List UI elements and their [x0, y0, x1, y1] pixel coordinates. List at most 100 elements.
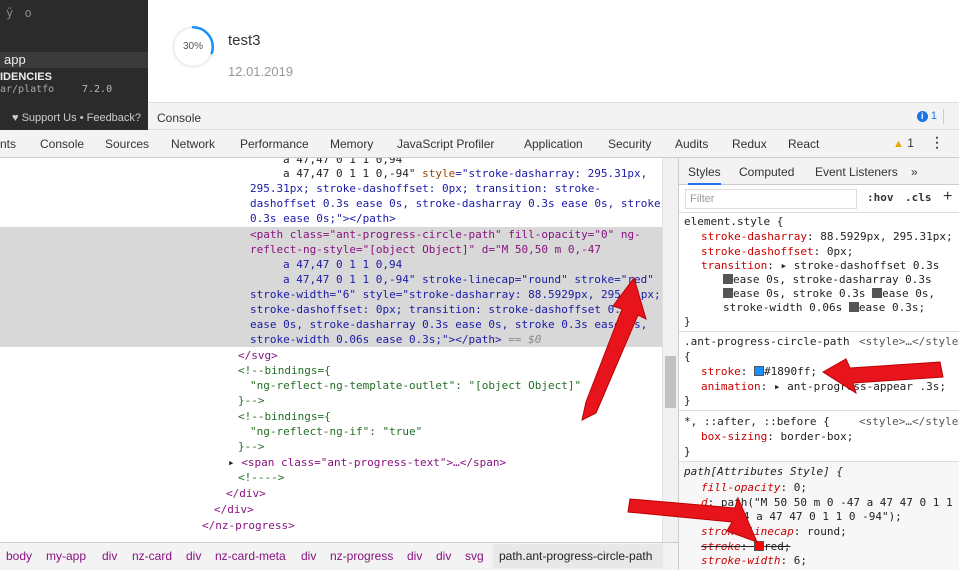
- divider: [679, 410, 959, 411]
- tab-redux[interactable]: Redux: [732, 137, 767, 151]
- breadcrumb-item[interactable]: nz-card-meta: [215, 549, 286, 563]
- style-property-value: 0 94 a 47 47 0 1 1 0 -94");: [723, 510, 902, 523]
- style-property[interactable]: box-sizing: border-box;: [701, 429, 853, 444]
- code-line-selected[interactable]: stroke-width="6" style="stroke-dasharray…: [250, 287, 661, 302]
- tab-console[interactable]: Console: [40, 137, 84, 151]
- tree-item-app[interactable]: app: [0, 52, 148, 68]
- code-line: 295.31px; stroke-dashoffset: 0px; transi…: [250, 182, 601, 195]
- rule-close: }: [684, 315, 691, 328]
- code-line-selected[interactable]: stroke-dashoffset: 0px; transition: stro…: [250, 302, 634, 317]
- code-line[interactable]: <!--bindings={: [238, 409, 331, 424]
- style-property-value: ease 0s, stroke-dasharray 0.3s: [723, 272, 932, 287]
- code-line: a 47,47 0 1 1 0,-94" style="stroke-dasha…: [283, 167, 648, 180]
- easing-icon[interactable]: [872, 288, 883, 298]
- breadcrumb-item[interactable]: my-app: [46, 549, 86, 563]
- code-line-selected[interactable]: ease 0s, stroke-dasharray 0.3s ease 0s, …: [250, 317, 647, 332]
- breadcrumb-item[interactable]: div: [301, 549, 316, 563]
- warning-counter[interactable]: ▲ 1: [893, 136, 914, 150]
- card: 30% test3 12.01.2019: [148, 0, 959, 102]
- code-line-selected[interactable]: a 47,47 0 1 1 0,94: [283, 257, 402, 272]
- expand-triangle-icon[interactable]: ▸: [228, 456, 235, 469]
- info-count: 1: [930, 110, 937, 122]
- editor-panel: ÿ ο app IDENCIES ar/platfo 7.2.0 ♥ Suppor…: [0, 0, 148, 130]
- breadcrumb-item[interactable]: div: [436, 549, 451, 563]
- breadcrumb-item[interactable]: body: [6, 549, 32, 563]
- hov-toggle[interactable]: :hov: [867, 191, 894, 204]
- rule-selector[interactable]: .ant-progress-circle-path: [684, 334, 850, 349]
- breadcrumb-item[interactable]: nz-card: [132, 549, 172, 563]
- rule-source-link[interactable]: <style>…</style>: [859, 414, 959, 429]
- tab-elements[interactable]: nts: [0, 137, 16, 151]
- devtools-tabbar: nts Console Sources Network Performance …: [0, 130, 959, 158]
- style-property[interactable]: stroke-dashoffset: 0px;: [701, 244, 853, 259]
- tab-application[interactable]: Application: [524, 137, 583, 151]
- tab-network[interactable]: Network: [171, 137, 215, 151]
- style-property[interactable]: stroke: #1890ff;: [701, 364, 817, 379]
- breadcrumb-item[interactable]: div: [186, 549, 201, 563]
- styles-filter-input[interactable]: Filter: [685, 189, 857, 209]
- tab-memory[interactable]: Memory: [330, 137, 373, 151]
- new-rule-icon[interactable]: +: [943, 188, 952, 206]
- divider: [679, 331, 959, 332]
- code-line[interactable]: </svg>: [238, 348, 278, 363]
- easing-icon[interactable]: [848, 302, 859, 312]
- tab-performance[interactable]: Performance: [240, 137, 309, 151]
- easing-icon[interactable]: [723, 274, 733, 284]
- tab-react[interactable]: React: [788, 137, 819, 151]
- breadcrumb-item[interactable]: nz-progress: [330, 549, 393, 563]
- code-line-selected[interactable]: <path class="ant-progress-circle-path" f…: [250, 227, 641, 242]
- code-line-selected[interactable]: a 47,47 0 1 1 0,-94" stroke-linecap="rou…: [283, 272, 654, 287]
- breadcrumb-item-active[interactable]: path.ant-progress-circle-path: [499, 549, 652, 563]
- code-line[interactable]: </div>: [214, 502, 254, 517]
- color-swatch[interactable]: [754, 541, 764, 551]
- breadcrumb-item[interactable]: div: [102, 549, 117, 563]
- code-line-selected[interactable]: stroke-width 0.06s ease 0.3s;"></path> =…: [250, 332, 541, 347]
- tab-javascript-profiler[interactable]: JavaScript Profiler: [397, 137, 494, 151]
- breadcrumb-item[interactable]: div: [407, 549, 422, 563]
- tab-security[interactable]: Security: [608, 137, 651, 151]
- tab-event-listeners[interactable]: Event Listeners: [815, 165, 898, 179]
- style-property[interactable]: transition: ▸ stroke-dashoffset 0.3s: [701, 258, 939, 273]
- tab-sources[interactable]: Sources: [105, 137, 149, 151]
- rule-close: }: [684, 445, 691, 458]
- breadcrumb-item[interactable]: svg: [465, 549, 484, 563]
- feedback-link[interactable]: Feedback?: [87, 112, 141, 124]
- code-line-selected[interactable]: reflect-ng-style="[object Object]" d="M …: [250, 242, 601, 257]
- warning-count: 1: [907, 136, 914, 150]
- more-menu-icon[interactable]: ⋮: [930, 134, 944, 154]
- code-line: 0.3s ease 0s;"></path>: [250, 212, 396, 225]
- rule-selector[interactable]: *, ::after, ::before {: [684, 414, 830, 429]
- code-line: dashoffset 0.3s ease 0s, stroke-dasharra…: [250, 197, 661, 210]
- tab-computed[interactable]: Computed: [739, 165, 794, 179]
- code-line[interactable]: </nz-progress>: [202, 518, 295, 533]
- rule-close: }: [684, 394, 691, 407]
- card-title: test3: [228, 32, 261, 49]
- info-counter[interactable]: i 1: [916, 110, 937, 122]
- support-us-link[interactable]: Support Us: [22, 112, 77, 124]
- heart-icon: ♥: [12, 112, 19, 124]
- code-line[interactable]: <!--bindings={: [238, 363, 331, 378]
- dependency-path: ar/platfo: [0, 84, 55, 95]
- code-line[interactable]: <!---->: [238, 470, 284, 485]
- cls-toggle[interactable]: .cls: [905, 191, 932, 204]
- elements-scrollbar[interactable]: [662, 158, 678, 542]
- bullet-separator: •: [79, 112, 87, 124]
- scrollbar-thumb[interactable]: [665, 356, 676, 408]
- color-swatch[interactable]: [754, 366, 764, 376]
- style-property[interactable]: animation: ▸ ant-progress-appear .3s;: [701, 379, 946, 394]
- rule-source-link[interactable]: <style>…</style>: [859, 334, 959, 349]
- more-tabs-icon[interactable]: »: [911, 165, 918, 179]
- style-property[interactable]: stroke-dasharray: 88.5929px, 295.31px;: [701, 229, 953, 244]
- rule-selector[interactable]: element.style {: [684, 214, 783, 229]
- console-drawer-tab[interactable]: Console: [157, 111, 201, 125]
- tab-audits[interactable]: Audits: [675, 137, 708, 151]
- style-property: stroke-linecap: round;: [701, 525, 847, 538]
- style-property-overridden: stroke: red;: [701, 540, 791, 553]
- code-line: "ng-reflect-ng-if": "true": [250, 425, 423, 438]
- style-property-value: stroke-width 0.06s ease 0.3s;: [723, 301, 926, 314]
- elements-tree: a 47,47 0 1 1 0,94 a 47,47 0 1 1 0,-94" …: [0, 158, 662, 542]
- tab-styles[interactable]: Styles: [688, 165, 721, 185]
- code-line[interactable]: </div>: [226, 486, 266, 501]
- easing-icon[interactable]: [723, 288, 733, 298]
- code-line[interactable]: ▸ <span class="ant-progress-text">…</spa…: [228, 455, 506, 470]
